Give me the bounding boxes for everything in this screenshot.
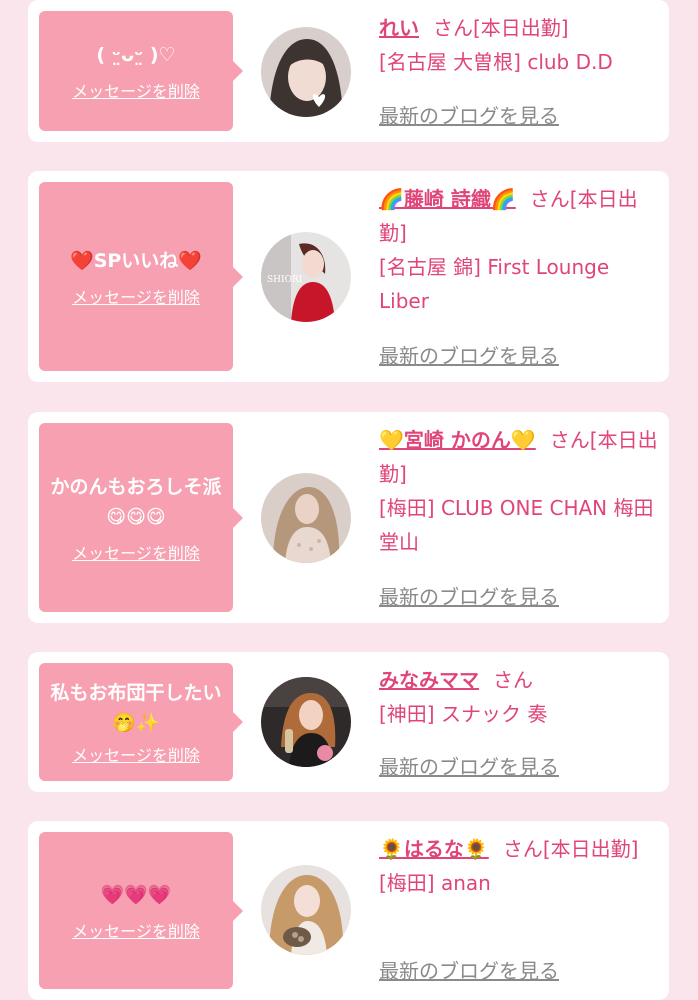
shop-text: [名古屋 錦] First Lounge Liber [379,255,610,313]
cast-info: 🌈藤崎 詩織🌈 さん[本日出勤] [名古屋 錦] First Lounge Lib… [379,182,659,318]
message-bubble: ( ᵕ̤ᴗᵕ̤ )♡ メッセージを削除 [39,11,243,131]
cast-name-link[interactable]: 🌈藤崎 詩織🌈 [379,187,516,211]
blog-link[interactable]: 最新のブログを見る [379,581,559,610]
shop-text: [梅田] anan [379,871,491,895]
list-item: ❤️SPいいね❤️ メッセージを削除 SHIORI 🌈藤崎 詩織🌈 さん[本日出勤… [28,171,669,382]
delete-message-link[interactable]: メッセージを削除 [72,918,200,942]
woman-lace-dress-photo-icon [261,473,351,563]
message-text: かのんもおろしそ派😋😋😋 [50,475,222,528]
list-item: 💗💗💗 メッセージを削除 🌻はるな🌻 さん[本日出勤] [梅田] anan 最新の… [28,821,669,1000]
cast-info: みなみママ さん [神田] スナック 奏 [379,663,659,731]
message-text: ( ᵕ̤ᴗᵕ̤ )♡ [96,44,176,66]
avatar[interactable] [261,677,351,767]
message-bubble: かのんもおろしそ派😋😋😋 メッセージを削除 [39,423,243,612]
svg-text:SHIORI: SHIORI [267,275,303,285]
status-text: [本日出勤] [473,16,569,40]
delete-message-link[interactable]: メッセージを削除 [72,78,200,102]
message-text: 私もお布団干したい🤭✨ [50,682,222,734]
woman-red-dress-photo-icon: SHIORI [261,232,351,322]
honorific: さん [493,668,533,692]
message-bubble: 私もお布団干したい🤭✨ メッセージを削除 [39,663,243,781]
message-bubble: ❤️SPいいね❤️ メッセージを削除 [39,182,243,371]
honorific: さん [549,428,590,452]
message-list: ( ᵕ̤ᴗᵕ̤ )♡ メッセージを削除 れい さん[本日出勤] [名古屋 大曽根]… [0,0,698,1000]
shop-text: [梅田] CLUB ONE CHAN 梅田堂山 [379,496,654,554]
blog-link[interactable]: 最新のブログを見る [379,751,559,780]
message-text: ❤️SPいいね❤️ [70,249,202,272]
avatar[interactable]: SHIORI [261,232,351,322]
delete-message-link[interactable]: メッセージを削除 [72,742,200,766]
list-item: 私もお布団干したい🤭✨ メッセージを削除 みなみママ さん [神田] スナック 奏… [28,652,669,792]
delete-message-link[interactable]: メッセージを削除 [72,284,200,308]
message-bubble: 💗💗💗 メッセージを削除 [39,832,243,989]
cast-info: れい さん[本日出勤] [名古屋 大曽根] club D.D [379,11,659,79]
list-item: かのんもおろしそ派😋😋😋 メッセージを削除 💛宮崎 かのん💛 さん[本日出勤] [… [28,412,669,623]
cast-name-link[interactable]: 💛宮崎 かのん💛 [379,428,536,452]
avatar[interactable] [261,473,351,563]
blog-link[interactable]: 最新のブログを見る [379,100,559,129]
woman-photo-heart-icon [261,27,351,117]
honorific: さん [502,837,543,861]
shop-text: [名古屋 大曽根] club D.D [379,50,613,74]
delete-message-link[interactable]: メッセージを削除 [72,540,200,564]
avatar[interactable] [261,27,351,117]
message-text: 💗💗💗 [100,883,172,906]
woman-selfie-photo-icon [261,865,351,955]
honorific: さん [529,187,570,211]
cast-name-link[interactable]: れい [379,16,419,40]
honorific: さん [433,16,473,40]
blog-link[interactable]: 最新のブログを見る [379,340,559,369]
woman-drink-photo-icon [261,677,351,767]
cast-name-link[interactable]: 🌻はるな🌻 [379,837,489,861]
blog-link[interactable]: 最新のブログを見る [379,955,559,984]
cast-name-link[interactable]: みなみママ [379,668,479,692]
cast-info: 🌻はるな🌻 さん[本日出勤] [梅田] anan [379,832,659,900]
avatar[interactable] [261,865,351,955]
shop-text: [神田] スナック 奏 [379,702,548,726]
list-item: ( ᵕ̤ᴗᵕ̤ )♡ メッセージを削除 れい さん[本日出勤] [名古屋 大曽根]… [28,0,669,142]
cast-info: 💛宮崎 かのん💛 さん[本日出勤] [梅田] CLUB ONE CHAN 梅田堂山 [379,423,659,559]
status-text: [本日出勤] [542,837,639,861]
